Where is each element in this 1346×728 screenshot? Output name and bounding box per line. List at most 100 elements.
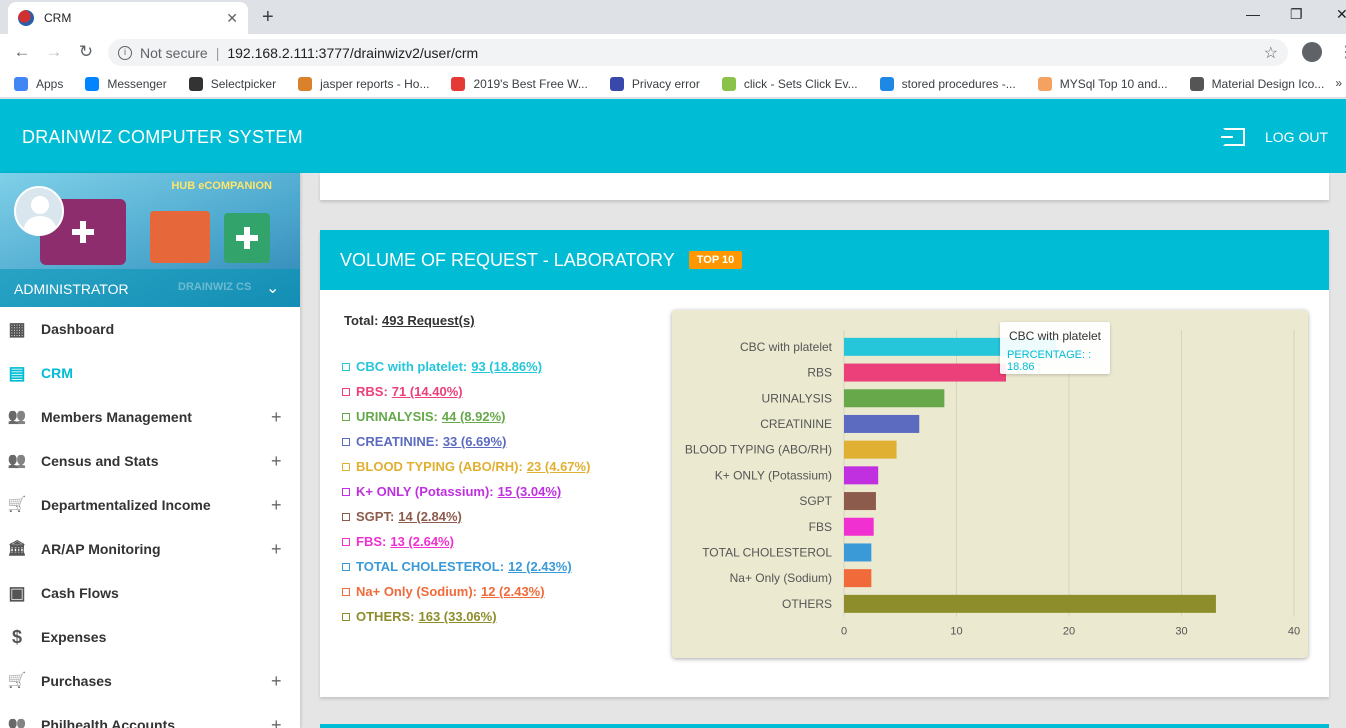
- bookmark-item[interactable]: MYSql Top 10 and...: [1037, 76, 1168, 91]
- chart-bar[interactable]: [844, 414, 920, 433]
- bar-chart-container: 0 10 20 30 40 CBC with platelet RBS URINALYSIS C…: [672, 310, 1308, 658]
- user-role-bar[interactable]: ADMINISTRATOR DRAINWIZ CS ⌄: [0, 269, 300, 307]
- sidebar-item-expenses[interactable]: $ Expenses: [0, 615, 300, 659]
- profile-avatar-icon[interactable]: [1302, 42, 1322, 62]
- chart-bar[interactable]: [844, 363, 1006, 382]
- sidebar-item-ar-ap-monitoring[interactable]: 🏛 AR/AP Monitoring +: [0, 527, 300, 571]
- legend-square-icon: [342, 612, 350, 621]
- bookmark-item[interactable]: Material Design Ico...: [1189, 76, 1324, 91]
- bookmark-item[interactable]: Messenger: [85, 76, 167, 91]
- new-tab-button[interactable]: +: [262, 6, 274, 29]
- legend-square-icon: [342, 537, 350, 546]
- people-icon: 👥: [7, 452, 27, 469]
- logout-button[interactable]: LOG OUT: [1220, 128, 1328, 146]
- legend-value-link[interactable]: 15 (3.04%): [498, 484, 562, 499]
- bookmark-icon: [14, 76, 28, 91]
- chevron-down-icon[interactable]: ⌄: [266, 278, 279, 298]
- chart-bar[interactable]: [844, 517, 874, 536]
- reload-icon[interactable]: ↻: [70, 42, 102, 62]
- sidebar-item-label: Departmentalized Income: [41, 497, 211, 513]
- top10-badge: TOP 10: [688, 251, 743, 269]
- sidebar-item-cash-flows[interactable]: ▣ Cash Flows: [0, 571, 300, 615]
- chart-bar[interactable]: [844, 569, 872, 588]
- legend-name: RBS:: [356, 384, 388, 399]
- bookmark-item[interactable]: Privacy error: [609, 76, 700, 91]
- browser-menu-icon[interactable]: ⋮: [1338, 42, 1346, 62]
- user-role: ADMINISTRATOR: [14, 281, 129, 297]
- address-bar[interactable]: i Not secure | 192.168.2.111:3777/drainw…: [108, 39, 1288, 66]
- x-tick-label: 20: [1063, 626, 1075, 638]
- chart-bar[interactable]: [844, 492, 876, 511]
- sidebar-item-crm[interactable]: ▤ CRM: [0, 351, 300, 395]
- forward-icon[interactable]: →: [38, 42, 70, 62]
- bookmark-icon: [1189, 76, 1204, 91]
- tab-close-icon[interactable]: ✕: [226, 10, 238, 27]
- legend-square-icon: [342, 587, 350, 596]
- chart-bar[interactable]: [844, 594, 1216, 613]
- restore-icon[interactable]: ❐: [1290, 6, 1303, 23]
- legend-value-link[interactable]: 44 (8.92%): [442, 409, 506, 424]
- watermark-text: DRAINWIZ CS: [178, 281, 252, 293]
- avatar[interactable]: [14, 186, 64, 236]
- legend-value-link[interactable]: 33 (6.69%): [443, 434, 507, 449]
- chart-bar[interactable]: [844, 466, 879, 485]
- expand-plus-icon[interactable]: +: [271, 495, 282, 516]
- medical-box-illustration: [150, 211, 210, 263]
- info-icon[interactable]: i: [118, 45, 132, 60]
- back-icon[interactable]: ←: [6, 42, 38, 62]
- sidebar-item-purchases[interactable]: 🛒 Purchases +: [0, 659, 300, 703]
- expand-plus-icon[interactable]: +: [271, 539, 282, 560]
- legend-value-link[interactable]: 13 (2.64%): [390, 534, 454, 549]
- panel-header: VOLUME OF REQUEST - LABORATORY TOP 10: [320, 230, 1329, 290]
- sidebar-item-members-management[interactable]: 👥 Members Management +: [0, 395, 300, 439]
- legend-value-link[interactable]: 71 (14.40%): [392, 384, 463, 399]
- sidebar-item-departmentalized-income[interactable]: 🛒 Departmentalized Income +: [0, 483, 300, 527]
- sidebar-item-label: Purchases: [41, 673, 112, 689]
- chart-bar[interactable]: [844, 440, 897, 459]
- bookmark-item[interactable]: Selectpicker: [188, 76, 276, 91]
- close-window-icon[interactable]: ✕: [1336, 6, 1346, 23]
- cart-icon: 🛒: [7, 672, 27, 689]
- bookmark-icon: [1037, 76, 1052, 91]
- bookmark-item[interactable]: jasper reports - Ho...: [298, 76, 430, 91]
- minimize-icon[interactable]: —: [1246, 6, 1260, 22]
- bookmarks-more-icon[interactable]: »: [1335, 76, 1342, 90]
- sidebar-item-label: Members Management: [41, 409, 192, 425]
- bar-chart: 0 10 20 30 40 CBC with platelet RBS URINALYSIS C…: [685, 330, 1300, 638]
- bookmark-item[interactable]: Apps: [14, 76, 64, 91]
- chart-bar[interactable]: [844, 389, 945, 408]
- legend-value-link[interactable]: 14 (2.84%): [398, 509, 462, 524]
- expand-plus-icon[interactable]: +: [271, 407, 282, 428]
- y-category-label: SGPT: [799, 494, 832, 508]
- bookmark-label: Apps: [36, 76, 64, 91]
- sidebar-item-philhealth-accounts[interactable]: 👥 Philhealth Accounts +: [0, 703, 300, 728]
- bookmark-star-icon[interactable]: ☆: [1264, 43, 1278, 63]
- bookmark-label: Privacy error: [631, 76, 700, 91]
- x-tick-label: 10: [950, 626, 962, 638]
- browser-tab[interactable]: CRM ✕: [8, 2, 248, 34]
- sidebar-item-census-and-stats[interactable]: 👥 Census and Stats +: [0, 439, 300, 483]
- bookmark-item[interactable]: stored procedures -...: [879, 76, 1016, 91]
- legend-value-link[interactable]: 12 (2.43%): [481, 584, 545, 599]
- bookmark-label: jasper reports - Ho...: [320, 76, 430, 91]
- request-legend: CBC with platelet: 93 (18.86%) RBS: 71 (14.…: [342, 354, 590, 629]
- legend-value-link[interactable]: 163 (33.06%): [419, 609, 497, 624]
- legend-item: K+ ONLY (Potassium): 15 (3.04%): [342, 479, 590, 504]
- bookmark-item[interactable]: click - Sets Click Ev...: [721, 76, 858, 91]
- total-value[interactable]: 493 Request(s): [382, 313, 474, 328]
- legend-name: Na+ Only (Sodium):: [356, 584, 477, 599]
- legend-name: BLOOD TYPING (ABO/RH):: [356, 459, 523, 474]
- expand-plus-icon[interactable]: +: [271, 715, 282, 728]
- expand-plus-icon[interactable]: +: [271, 451, 282, 472]
- expand-plus-icon[interactable]: +: [271, 671, 282, 692]
- sidebar-item-dashboard[interactable]: ▦ Dashboard: [0, 307, 300, 351]
- legend-item: SGPT: 14 (2.84%): [342, 504, 590, 529]
- bookmark-item[interactable]: 2019's Best Free W...: [451, 76, 588, 91]
- chart-bar[interactable]: [844, 543, 872, 562]
- panel-title: VOLUME OF REQUEST - LABORATORY: [340, 249, 675, 270]
- legend-value-link[interactable]: 12 (2.43%): [508, 559, 572, 574]
- legend-value-link[interactable]: 93 (18.86%): [471, 359, 542, 374]
- legend-square-icon: [342, 387, 350, 396]
- legend-value-link[interactable]: 23 (4.67%): [527, 459, 591, 474]
- bookmark-label: 2019's Best Free W...: [473, 76, 588, 91]
